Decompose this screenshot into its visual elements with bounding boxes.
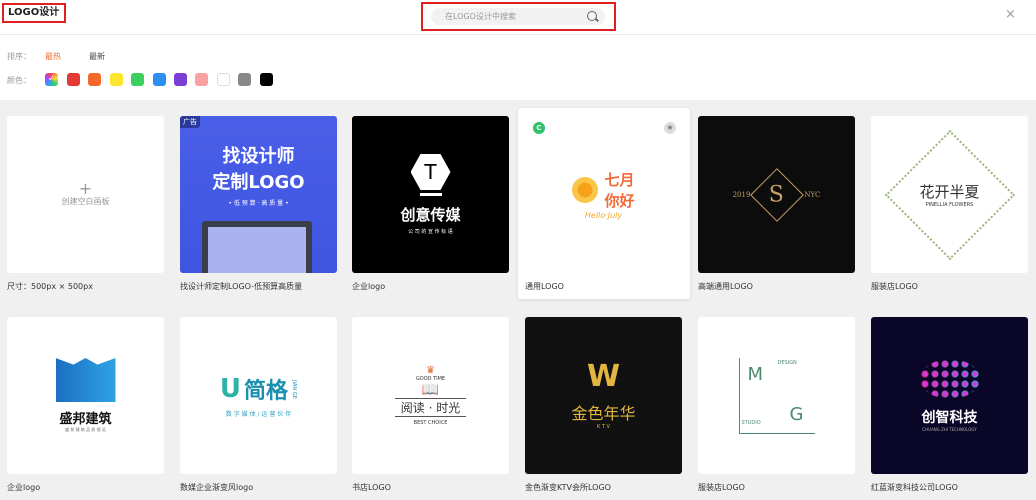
thumb-text: NYC — [804, 190, 821, 199]
template-card[interactable]: ♛ GOOD TIME 📖 阅读 · 时光 BEST CHOICE — [352, 317, 509, 474]
thumb-text: 你好 — [604, 192, 635, 210]
top-panel: LOGO设计 在LOGO设计中搜索 × 排序： 最热 最新 颜色： ✓ — [0, 0, 1036, 100]
color-swatch[interactable] — [195, 73, 209, 86]
thumb-text: BEST CHOICE — [413, 420, 448, 426]
color-label: 颜色： — [7, 76, 31, 85]
building-logo — [55, 358, 116, 402]
floral-frame — [884, 129, 1015, 260]
color-swatch[interactable] — [67, 73, 80, 86]
thumb-text: 金色年华 — [571, 403, 636, 423]
thumb-text: 2019 — [732, 190, 751, 199]
template-caption[interactable]: 金色渐变KTV会所LOGO — [525, 482, 611, 493]
book-icon: 📖 — [421, 382, 440, 398]
thumb-text: 盛邦建筑 — [59, 412, 112, 427]
thumb-text: Hello July — [584, 211, 623, 220]
thumb-text: • 低 预 算 · 高 质 量 • — [228, 200, 289, 207]
create-blank-card[interactable]: + 创建空白画板 — [7, 116, 164, 273]
thumb-text: M — [747, 363, 764, 385]
logo-bar — [419, 193, 442, 196]
copyright-badge: C — [533, 122, 545, 134]
template-card[interactable]: 2019 S NYC — [698, 116, 855, 273]
thumb-text: 盛 邦 建 筑 品 质 保 证 — [65, 427, 106, 432]
thumb-text: 数 字 媒 体 / 运 营 伙 伴 — [225, 411, 292, 418]
template-caption[interactable]: 找设计师定制LOGO-低预算高质量 — [180, 281, 302, 292]
template-caption[interactable]: 高端通用LOGO — [698, 281, 753, 292]
template-caption[interactable]: 服装店LOGO — [871, 281, 918, 292]
close-icon[interactable]: × — [1005, 7, 1016, 22]
color-all-checked[interactable]: ✓ — [45, 73, 58, 86]
page-title: LOGO设计 — [2, 3, 66, 23]
template-card[interactable]: C ★ 七月你好 Hello July — [525, 116, 682, 273]
color-swatch[interactable] — [174, 73, 187, 86]
template-caption[interactable]: 通用LOGO — [525, 281, 564, 292]
thumb-text: 找设计师 — [222, 146, 295, 167]
thumb-text: 七月 — [604, 171, 635, 189]
sunflower-icon — [572, 177, 599, 203]
thumb-text: 定制LOGO — [212, 172, 305, 193]
template-caption[interactable]: 企业logo — [7, 482, 40, 493]
template-card[interactable]: 花开半夏 PINELLIA FLOWERS — [871, 116, 1028, 273]
template-caption[interactable]: 服装店LOGO — [698, 482, 745, 493]
thumb-text: 公 司 的 宣 传 标 语 — [408, 229, 453, 235]
mg-frame: M G DESIGN STUDIO — [738, 357, 815, 434]
blank-size-label: 尺寸：500px × 500px — [7, 282, 93, 291]
leaf-u-logo: U — [219, 374, 242, 404]
color-swatch[interactable] — [88, 73, 102, 86]
thumb-text: STUDIO — [741, 419, 761, 426]
thumb-text: 简格 — [244, 379, 289, 404]
thumb-text: DESIGN — [777, 359, 797, 366]
hexagon-logo: T — [410, 154, 451, 190]
diamond-frame: S — [750, 167, 805, 222]
template-card[interactable]: 盛邦建筑 盛 邦 建 筑 品 质 保 证 — [7, 317, 164, 474]
template-caption[interactable]: 企业logo — [352, 281, 385, 292]
sort-label: 排序： — [7, 52, 31, 61]
thumb-text: K T V — [597, 423, 610, 430]
ad-badge: 广告 — [180, 116, 200, 128]
template-card[interactable]: 创智科技 CHUANG ZHI TECHNOLOGY — [871, 317, 1028, 474]
brain-dots-logo — [919, 359, 980, 399]
search-input[interactable]: 在LOGO设计中搜索 — [431, 8, 605, 25]
color-swatch[interactable] — [238, 73, 252, 86]
crown-icon: ♛ — [426, 365, 435, 376]
color-swatch[interactable] — [109, 73, 123, 86]
thumb-text: CHUANG ZHI TECHNOLOGY — [922, 427, 977, 432]
header: LOGO设计 在LOGO设计中搜索 × — [0, 0, 1036, 35]
template-card[interactable]: U 简格 JIAN GE 数 字 媒 体 / 运 营 伙 伴 — [180, 317, 337, 474]
color-swatch[interactable] — [259, 73, 273, 86]
thumb-text: G — [789, 403, 804, 425]
color-swatch[interactable] — [131, 73, 145, 86]
thumb-text: S — [769, 181, 785, 207]
crown-w-logo: W — [586, 358, 621, 394]
template-card[interactable]: M G DESIGN STUDIO — [698, 317, 855, 474]
template-caption[interactable]: 书店LOGO — [352, 482, 391, 493]
color-swatch[interactable] — [216, 73, 230, 86]
thumb-text: 创智科技 — [921, 410, 978, 426]
thumb-text: 创意传媒 — [400, 206, 461, 224]
template-caption[interactable]: 数媒企业渐变风logo — [180, 482, 253, 493]
plus-icon: + — [78, 179, 93, 198]
tablet-illustration — [202, 221, 312, 273]
template-card[interactable]: W 金色年华 K T V — [525, 317, 682, 474]
template-card[interactable]: 广告 找设计师 定制LOGO • 低 预 算 · 高 质 量 • — [180, 116, 337, 273]
color-swatch[interactable] — [152, 73, 166, 86]
thumb-text: JIAN GE — [291, 379, 298, 399]
template-card[interactable]: T 创意传媒 公 司 的 宣 传 标 语 — [352, 116, 509, 273]
thumb-text: 阅读 · 时光 — [394, 398, 467, 417]
template-caption[interactable]: 红蓝渐变科技公司LOGO — [871, 482, 958, 493]
search-area: 在LOGO设计中搜索 — [421, 2, 616, 31]
search-icon[interactable] — [587, 11, 597, 21]
create-blank-label: 创建空白画板 — [61, 197, 110, 206]
sort-new[interactable]: 最新 — [89, 51, 105, 62]
star-favorite-icon[interactable]: ★ — [664, 122, 676, 134]
sort-hot[interactable]: 最热 — [45, 51, 61, 62]
search-placeholder: 在LOGO设计中搜索 — [445, 12, 516, 21]
